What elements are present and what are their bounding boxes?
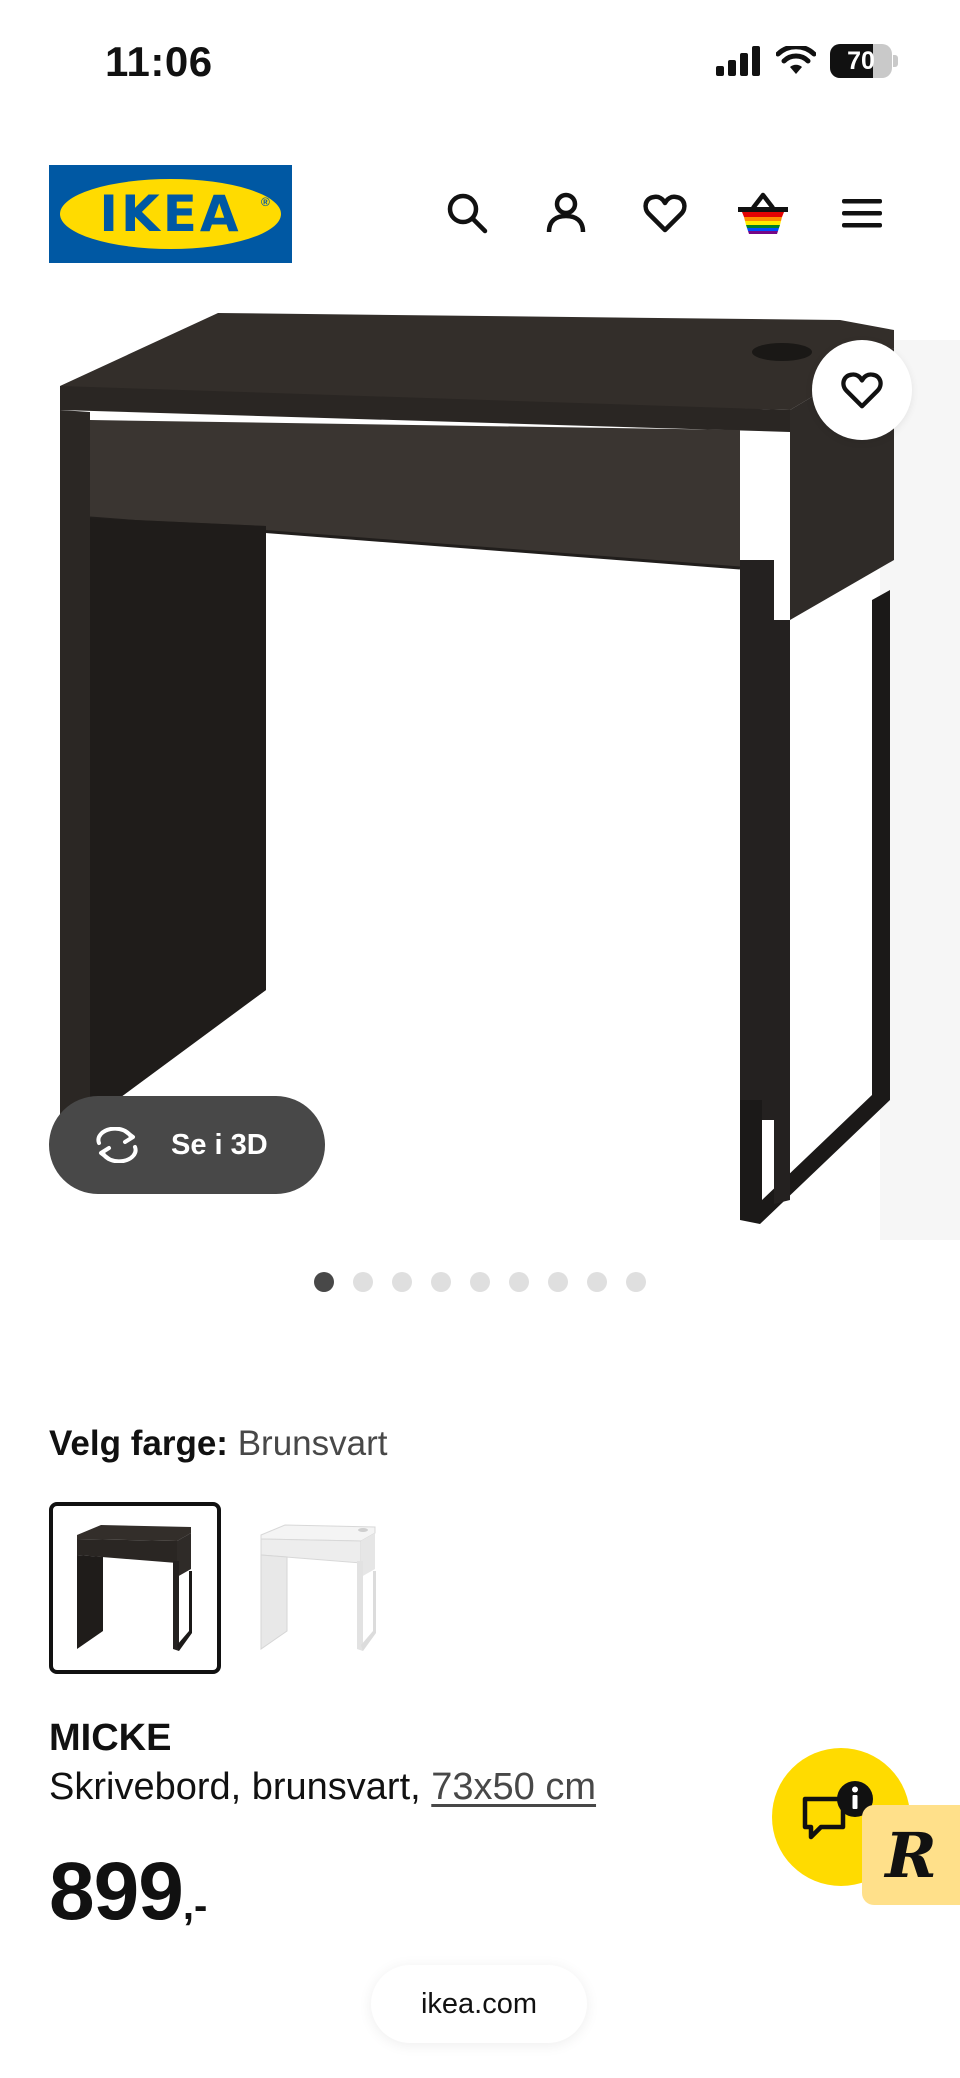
carousel-dot[interactable] bbox=[353, 1272, 373, 1292]
carousel-dot[interactable] bbox=[548, 1272, 568, 1292]
logo-registered-mark: ® bbox=[261, 195, 270, 209]
product-size-link[interactable]: 73x50 cm bbox=[431, 1766, 596, 1808]
color-select-label: Velg farge: Brunsvart bbox=[49, 1424, 387, 1464]
signal-icon bbox=[716, 46, 760, 76]
add-to-favorites-button[interactable] bbox=[812, 340, 912, 440]
color-option-hvit[interactable] bbox=[233, 1502, 405, 1674]
product-price: 899,- bbox=[49, 1845, 207, 1939]
browser-url-bar[interactable]: ikea.com bbox=[371, 1965, 587, 2043]
heart-icon[interactable] bbox=[636, 184, 694, 242]
search-icon[interactable] bbox=[438, 184, 496, 242]
status-icons: 70 bbox=[716, 44, 898, 78]
status-bar: 11:06 70 bbox=[0, 0, 960, 120]
ikea-logo[interactable]: IKEA ® bbox=[49, 165, 292, 263]
carousel-dot[interactable] bbox=[509, 1272, 529, 1292]
view-in-3d-button[interactable]: Se i 3D bbox=[49, 1096, 325, 1194]
carousel-dot[interactable] bbox=[431, 1272, 451, 1292]
desk-thumbnail-dark bbox=[77, 1525, 192, 1651]
product-description-text: Skrivebord, brunsvart, bbox=[49, 1766, 421, 1808]
user-icon[interactable] bbox=[537, 184, 595, 242]
color-option-brunsvart[interactable] bbox=[49, 1502, 221, 1674]
wifi-icon bbox=[776, 46, 816, 74]
view-in-3d-label: Se i 3D bbox=[171, 1128, 268, 1161]
color-label: Velg farge: bbox=[49, 1424, 228, 1463]
heart-outline-icon bbox=[841, 372, 883, 409]
price-value: 899 bbox=[49, 1846, 184, 1937]
battery-level: 70 bbox=[847, 47, 875, 75]
price-suffix: ,- bbox=[182, 1884, 208, 1928]
site-header: IKEA ® bbox=[0, 160, 960, 272]
carousel-dots bbox=[0, 1272, 960, 1292]
status-time: 11:06 bbox=[105, 38, 213, 85]
product-name: MICKE bbox=[49, 1717, 172, 1759]
product-description: Skrivebord, brunsvart, 73x50 cm bbox=[49, 1766, 596, 1809]
battery-icon: 70 bbox=[830, 44, 898, 78]
rotate-3d-icon bbox=[96, 1127, 138, 1163]
carousel-dot[interactable] bbox=[314, 1272, 334, 1292]
r-badge-letter: R bbox=[885, 1818, 937, 1892]
carousel-dot[interactable] bbox=[587, 1272, 607, 1292]
menu-icon[interactable] bbox=[833, 184, 891, 242]
basket-icon[interactable] bbox=[734, 184, 792, 242]
desk-thumbnail-white bbox=[260, 1524, 376, 1651]
carousel-dot[interactable] bbox=[470, 1272, 490, 1292]
color-value: Brunsvart bbox=[237, 1424, 388, 1463]
carousel-dot[interactable] bbox=[626, 1272, 646, 1292]
logo-text: IKEA bbox=[99, 185, 242, 243]
r-extension-badge[interactable]: R bbox=[862, 1805, 960, 1905]
carousel-dot[interactable] bbox=[392, 1272, 412, 1292]
